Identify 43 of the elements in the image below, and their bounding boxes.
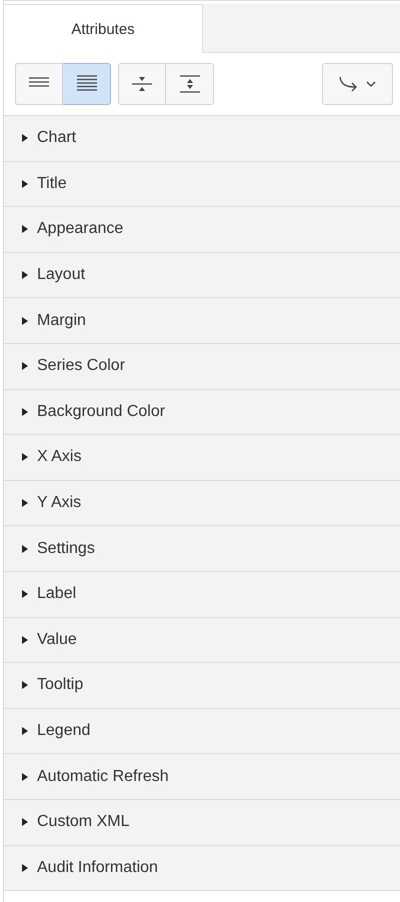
section-header[interactable]: Custom XML xyxy=(4,800,400,846)
section-header[interactable]: Legend xyxy=(4,708,400,754)
section-header[interactable]: Chart xyxy=(4,116,400,162)
section-header[interactable]: Series Color xyxy=(4,344,400,390)
section-header[interactable]: Layout xyxy=(4,252,400,298)
toolbar-button[interactable] xyxy=(15,63,63,105)
tab[interactable]: Attributes xyxy=(4,4,203,53)
collapse-all-icon xyxy=(132,75,152,93)
section-label: Label xyxy=(37,585,76,604)
section-header[interactable]: Appearance xyxy=(4,207,400,253)
section-header[interactable]: Value xyxy=(4,618,400,664)
section-header[interactable]: Audit Information xyxy=(4,846,400,892)
dense-lines-icon xyxy=(76,75,96,93)
section-label: X Axis xyxy=(37,448,82,466)
section-header[interactable]: Label xyxy=(4,572,400,618)
section-header[interactable]: Y Axis xyxy=(4,480,400,526)
section-label: Margin xyxy=(37,312,86,330)
section-header[interactable]: Background Color xyxy=(4,390,400,436)
section-header[interactable]: Settings xyxy=(4,526,400,572)
section-header[interactable]: Margin xyxy=(4,298,400,344)
section-label: Automatic Refresh xyxy=(37,768,169,786)
chevron-down-icon xyxy=(366,80,376,88)
section-label: Title xyxy=(37,174,67,193)
section-label: Tooltip xyxy=(37,676,84,694)
section-label: Background Color xyxy=(37,402,166,421)
section-header[interactable]: X Axis xyxy=(4,435,400,481)
expand-all-icon xyxy=(180,75,200,93)
section-label: Custom XML xyxy=(37,813,130,832)
section-label: Legend xyxy=(37,722,90,740)
section-label: Series Color xyxy=(37,357,126,376)
section-label: Audit Information xyxy=(37,858,158,877)
toolbar-button[interactable] xyxy=(118,63,166,105)
toolbar-button[interactable] xyxy=(166,63,214,105)
section-label: Layout xyxy=(37,266,86,284)
section-label: Value xyxy=(37,630,77,649)
section-header[interactable]: Tooltip xyxy=(4,663,400,709)
section-label: Settings xyxy=(37,540,95,558)
toolbar-button[interactable] xyxy=(63,63,111,105)
section-label: Chart xyxy=(37,129,76,148)
section-label: Y Axis xyxy=(37,494,82,512)
section-header[interactable]: Title xyxy=(4,162,400,208)
section-label: Appearance xyxy=(37,220,124,238)
section-header[interactable]: Automatic Refresh xyxy=(4,754,400,800)
